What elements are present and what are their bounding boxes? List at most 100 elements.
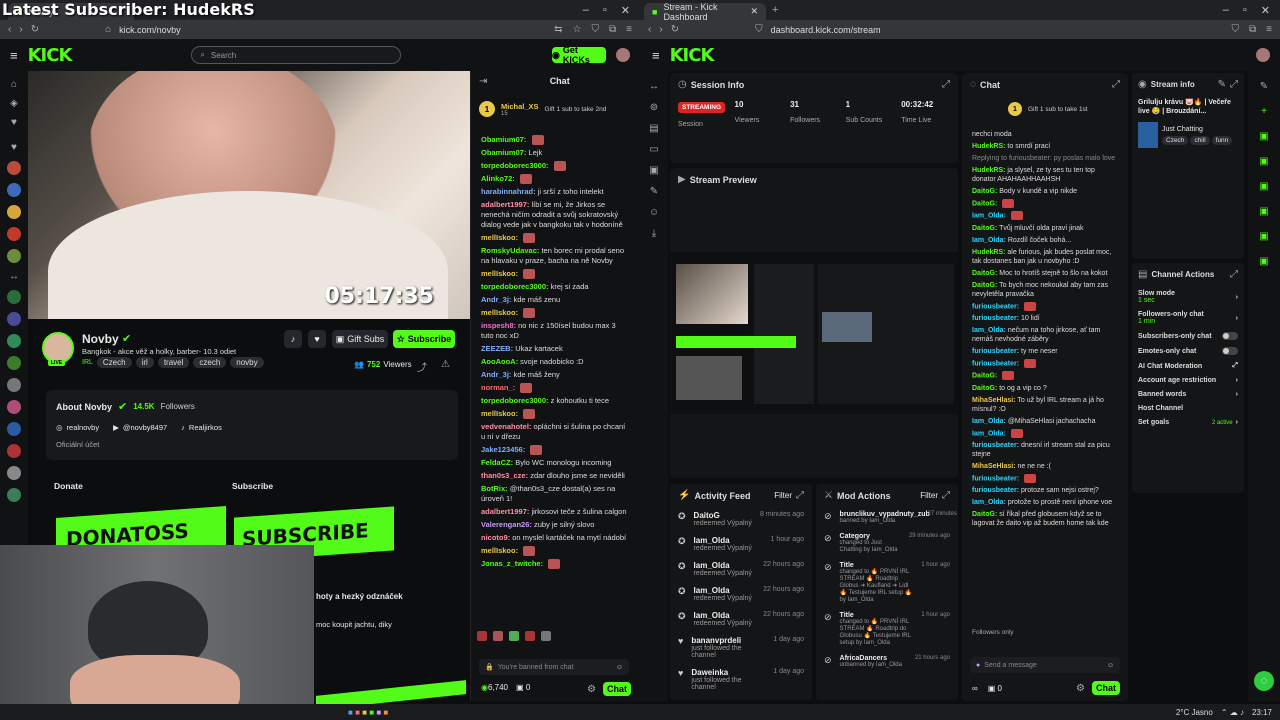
report-icon[interactable]: ⚠: [441, 359, 450, 370]
activity-item[interactable]: ✪ Iam_Olda redeemed Výpalný 1 hour ago: [678, 536, 804, 552]
emote-icon[interactable]: [477, 631, 487, 641]
chat-send-button[interactable]: Chat: [603, 682, 631, 696]
chat-username[interactable]: Iam_Olda:: [972, 430, 1006, 437]
emote-picker-icon[interactable]: ☺: [616, 664, 623, 671]
chat-username[interactable]: nicoto9:: [481, 533, 510, 542]
chat-username[interactable]: MihaSeHlasi:: [972, 463, 1016, 470]
pinned-gift[interactable]: 1 Michal_XS 15 Gift 1 sub to take 2nd: [479, 97, 632, 121]
instagram-link[interactable]: ◎ realnovby: [56, 423, 99, 432]
chat-username[interactable]: Obamium07:: [481, 135, 526, 144]
chat-username[interactable]: harabinnahrad:: [481, 187, 536, 196]
channel-action[interactable]: Account age restriction ›: [1138, 377, 1238, 384]
points-balance[interactable]: ▣ 0: [516, 683, 530, 692]
close-icon[interactable]: ✕: [621, 4, 630, 17]
chat-username[interactable]: inspesh8:: [481, 321, 516, 330]
chat-username[interactable]: DaitoG:: [972, 188, 997, 195]
get-kicks-button[interactable]: ◉ Get KICKs: [552, 45, 606, 65]
user-avatar[interactable]: [616, 48, 630, 62]
chat-username[interactable]: mellIskoo:: [481, 546, 518, 555]
channel-name[interactable]: Novby: [82, 332, 119, 346]
sidebar-avatar[interactable]: [7, 183, 21, 197]
tag[interactable]: czech: [193, 357, 227, 368]
emote-icon[interactable]: [541, 631, 551, 641]
search-box[interactable]: ⌕ Search: [191, 46, 402, 64]
chat-username[interactable]: HudekRS:: [972, 167, 1005, 174]
menu-icon[interactable]: ≡: [1266, 24, 1272, 35]
activity-item[interactable]: ✪ Iam_Olda redeemed Výpalný 22 hours ago: [678, 586, 804, 602]
star-icon[interactable]: ☆: [573, 24, 582, 35]
weather-widget[interactable]: 2°C Jasno: [1176, 708, 1213, 717]
right-url[interactable]: dashboard.kick.com/stream: [771, 25, 881, 35]
action-control[interactable]: [1222, 347, 1238, 355]
share-icon[interactable]: ⤴: [417, 359, 427, 374]
app-icon[interactable]: ■: [348, 708, 353, 717]
action-control[interactable]: 2 active ›: [1212, 419, 1238, 426]
action-control[interactable]: ⤢: [1232, 362, 1238, 370]
action-control[interactable]: ›: [1236, 377, 1238, 384]
chat-username[interactable]: Obamium07:: [481, 148, 526, 157]
bookmark-icon[interactable]: ⛉: [755, 24, 763, 35]
chat-username[interactable]: Valerengan26:: [481, 520, 532, 529]
sidebar-avatar[interactable]: [7, 205, 21, 219]
chat-settings-icon[interactable]: ⚙: [1076, 683, 1085, 694]
toggle-switch[interactable]: [1222, 332, 1238, 340]
close-tab-icon[interactable]: ✕: [750, 6, 758, 17]
chat-username[interactable]: furiousbeater:: [972, 487, 1019, 494]
chat-username[interactable]: MihaSeHlasi:: [972, 397, 1016, 404]
maximize-icon[interactable]: ▫: [603, 4, 607, 17]
action-control[interactable]: [1222, 332, 1238, 340]
pinned-gift[interactable]: 1 Gift 1 sub to take 1st: [1008, 102, 1128, 116]
chat-username[interactable]: DaitoG:: [972, 373, 997, 380]
popout-icon[interactable]: ⤢: [796, 490, 804, 501]
chat-username[interactable]: BotRix:: [481, 484, 508, 493]
chat-username[interactable]: furiousbeater:: [972, 360, 1019, 367]
emote-icon[interactable]: [525, 631, 535, 641]
back-icon[interactable]: ‹: [8, 24, 11, 35]
chat-username[interactable]: mellIskoo:: [481, 409, 518, 418]
video-player[interactable]: 05:17:35: [28, 71, 470, 319]
popout-icon[interactable]: ⤢: [1112, 79, 1120, 90]
chat-username[interactable]: torpedoborec3000:: [481, 161, 549, 170]
translate-icon[interactable]: ⇆: [554, 24, 562, 35]
mod-filter-button[interactable]: Filter: [920, 491, 938, 500]
home-icon[interactable]: ⌂: [0, 79, 28, 90]
app-icon[interactable]: ■: [383, 708, 388, 717]
chat-username[interactable]: Iam_Olda:: [972, 213, 1006, 220]
shield-icon[interactable]: ⛉: [1232, 24, 1240, 35]
right-tab[interactable]: ■ Stream - Kick Dashboard ✕: [644, 2, 766, 22]
widget-icon[interactable]: ▣: [1248, 181, 1280, 192]
chat-username[interactable]: mellIskoo:: [481, 269, 518, 278]
sidebar-avatar[interactable]: [7, 400, 21, 414]
tag[interactable]: travel: [157, 357, 190, 368]
chat-username[interactable]: mellIskoo:: [481, 308, 518, 317]
menu-icon[interactable]: ≡: [626, 24, 632, 35]
support-chat-icon[interactable]: ◌: [1254, 671, 1274, 691]
expand-icon[interactable]: ↔: [640, 81, 668, 92]
reload-icon[interactable]: ↻: [31, 24, 39, 35]
chat-username[interactable]: torpedoborec3000:: [481, 396, 549, 405]
chat-username[interactable]: furiousbeater:: [972, 348, 1019, 355]
chat-username[interactable]: AooAooA:: [481, 357, 518, 366]
emote-icon[interactable]: [493, 631, 503, 641]
clock[interactable]: 23:17: [1252, 708, 1272, 717]
chat-username[interactable]: DaitoG:: [972, 270, 997, 277]
follow-heart-icon[interactable]: ♥: [308, 330, 326, 348]
channel-action[interactable]: Followers-only chat 1 min ›: [1138, 311, 1238, 325]
app-icon[interactable]: ■: [369, 708, 374, 717]
channel-action[interactable]: Host Channel: [1138, 405, 1238, 412]
subscribe-button[interactable]: ☆ Subscribe: [393, 330, 455, 348]
action-control[interactable]: ›: [1236, 315, 1238, 322]
browse-icon[interactable]: ◈: [0, 98, 28, 109]
action-control[interactable]: ›: [1236, 294, 1238, 301]
chat-username[interactable]: Iam_Olda:: [972, 499, 1006, 506]
channel-action[interactable]: Set goals 2 active ›: [1138, 419, 1238, 426]
activity-item[interactable]: ♥ bananvprdeli just followed the channel 1 …: [678, 636, 804, 659]
mod-item[interactable]: ⊘ Title changed to 🔥 PRVNÍ IRL STREAM 🔥 Ro…: [824, 562, 950, 604]
tag[interactable]: novby: [230, 357, 264, 368]
chat-username[interactable]: HudekRS:: [972, 249, 1005, 256]
toggle-switch[interactable]: [1222, 347, 1238, 355]
analytics-icon[interactable]: ▤: [640, 123, 668, 134]
mod-item[interactable]: ⊘ Title changed to 🔥 PRVNÍ IRL STREAM 🔥 Ro…: [824, 612, 950, 647]
banned-chat-input[interactable]: 🔒 You're banned from chat ☺: [479, 659, 629, 675]
tag[interactable]: Czech: [96, 357, 132, 368]
